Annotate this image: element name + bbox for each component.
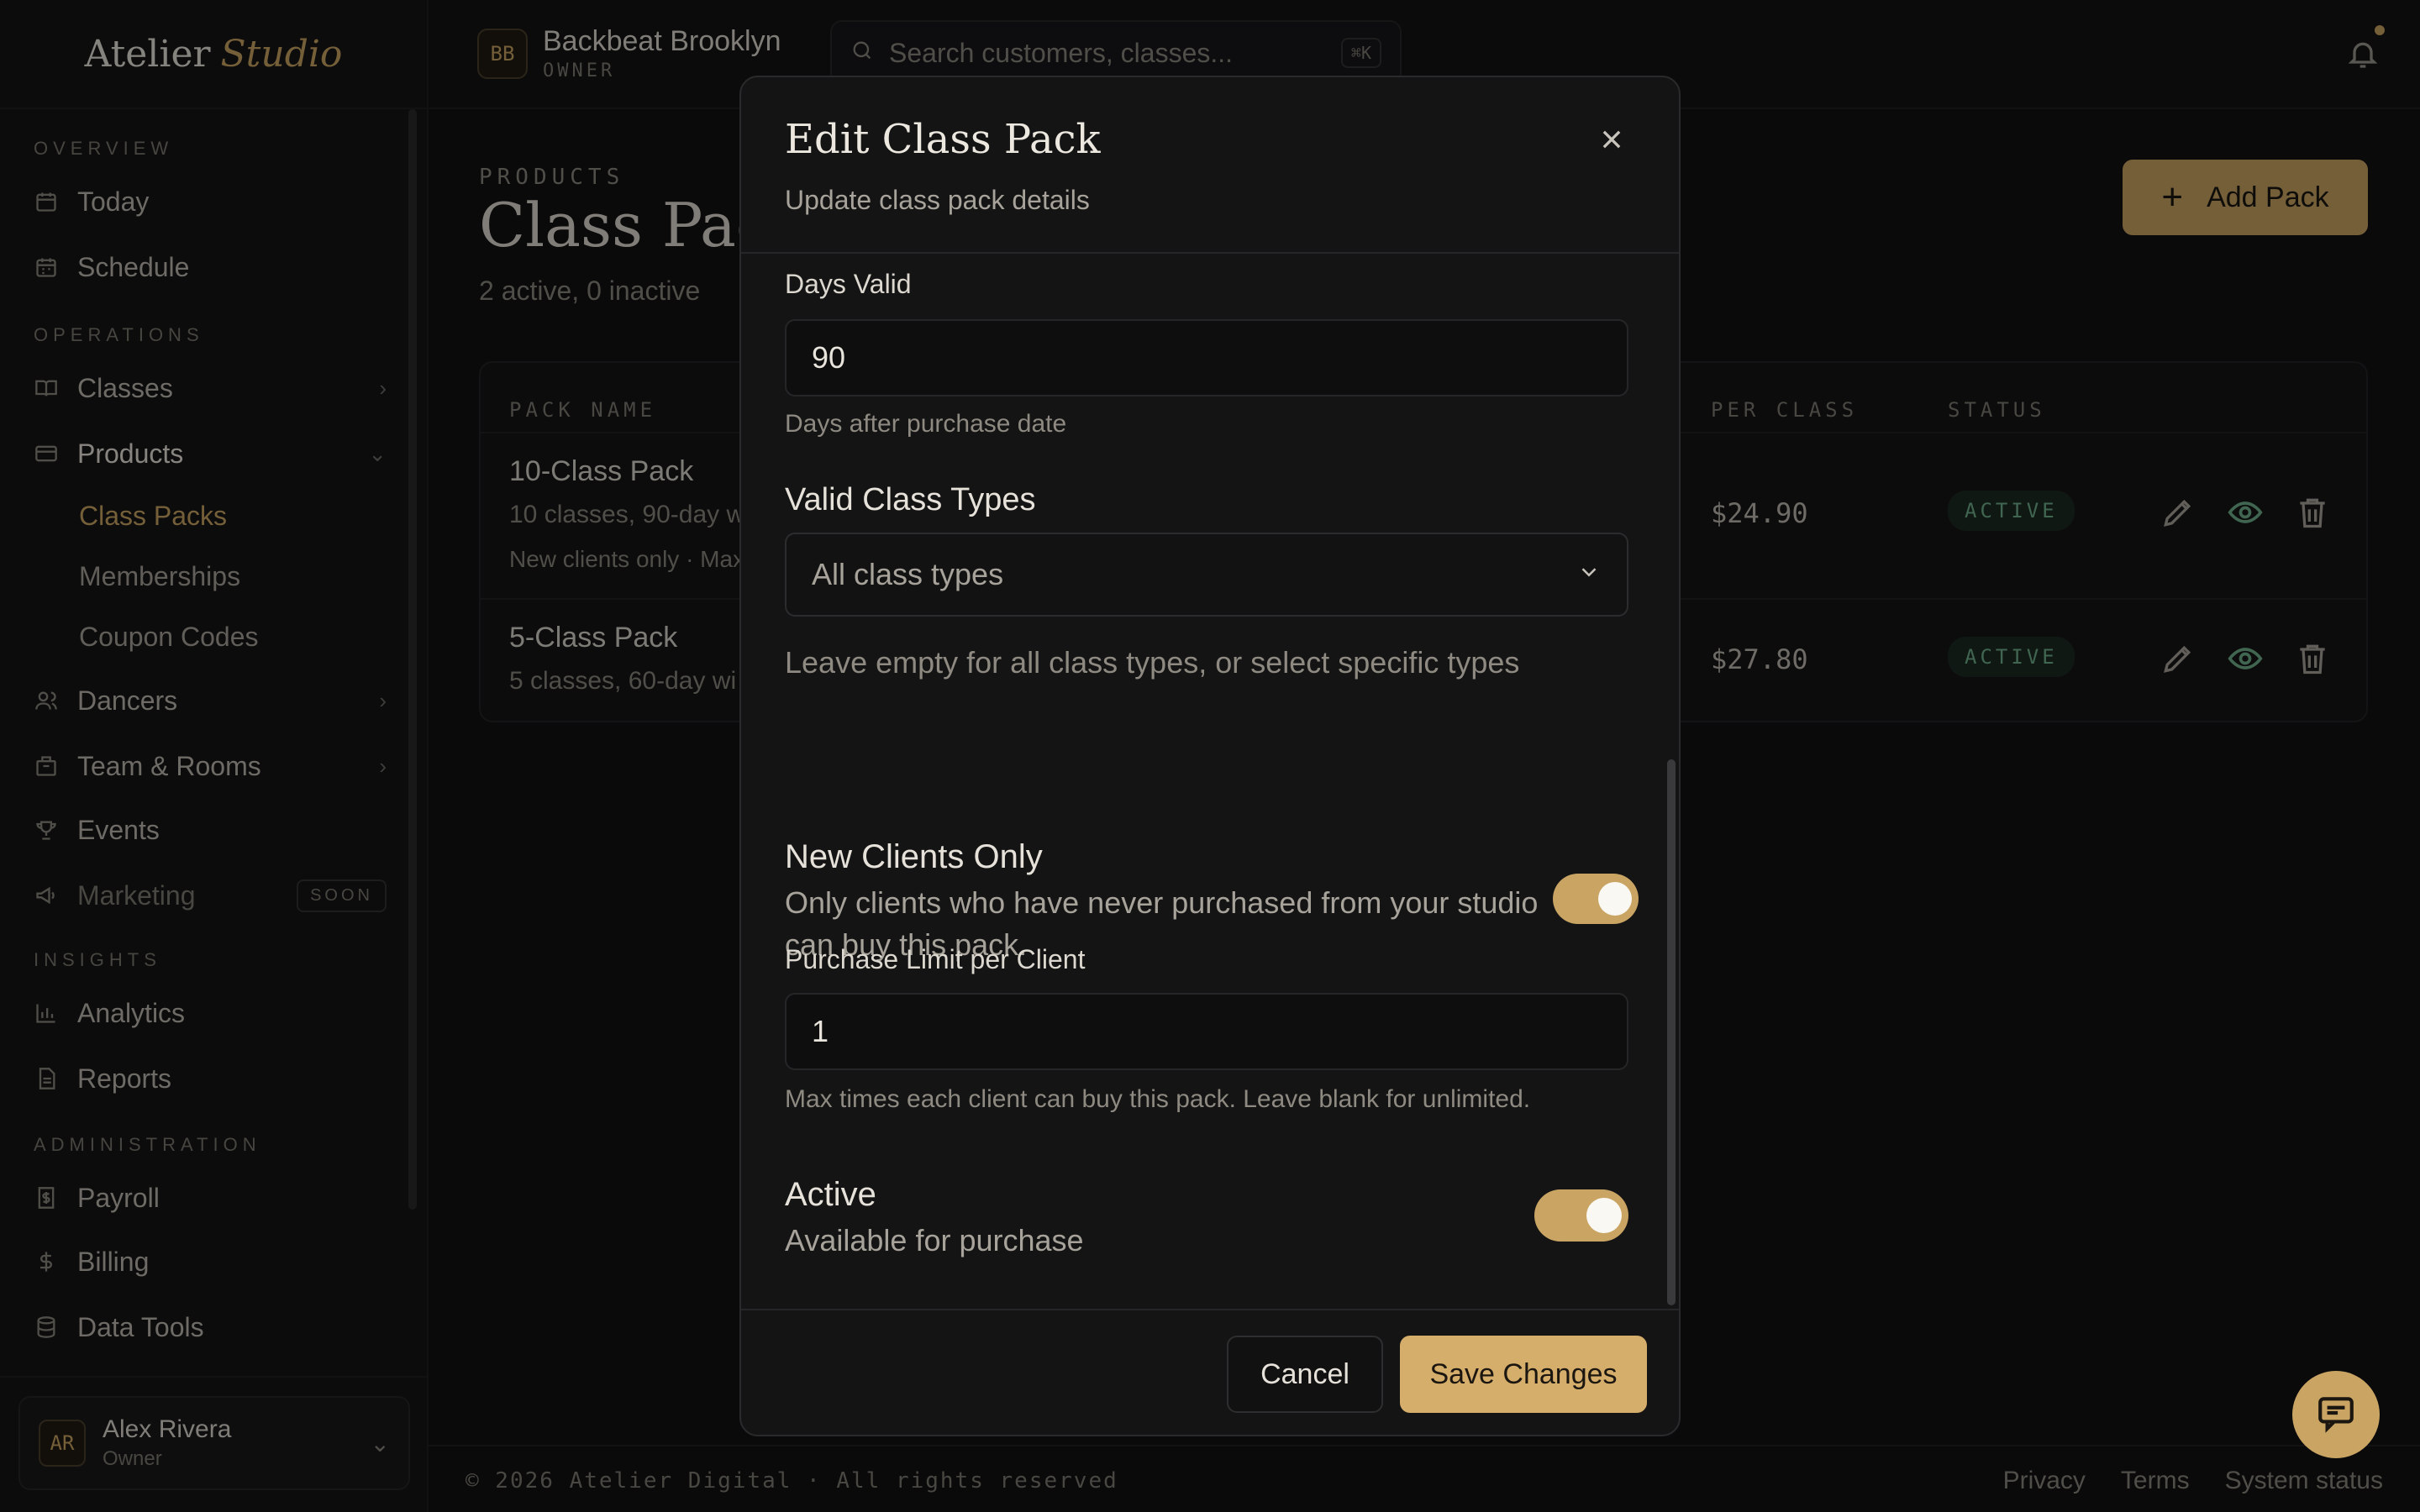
dialog-body: Days Valid 90 Days after purchase date V… bbox=[741, 255, 1679, 1309]
dialog-subtitle: Update class pack details bbox=[785, 185, 1090, 215]
class-types-value: All class types bbox=[812, 557, 1004, 591]
close-icon[interactable] bbox=[1593, 121, 1630, 158]
chat-button[interactable] bbox=[2292, 1371, 2380, 1458]
days-valid-label: Days Valid bbox=[785, 269, 912, 299]
chat-icon bbox=[2315, 1392, 2357, 1438]
new-clients-toggle[interactable] bbox=[1553, 874, 1639, 924]
dialog-title: Edit Class Pack bbox=[785, 116, 1101, 163]
days-valid-input[interactable]: 90 bbox=[785, 319, 1628, 396]
class-types-hint: Leave empty for all class types, or sele… bbox=[785, 645, 1520, 680]
dialog-scrollbar[interactable] bbox=[1667, 759, 1676, 1305]
dialog-footer: Cancel Save Changes bbox=[741, 1309, 1679, 1435]
edit-class-pack-dialog: Edit Class Pack Update class pack detail… bbox=[739, 76, 1681, 1436]
toggle-knob bbox=[1586, 1198, 1622, 1233]
class-types-select[interactable]: All class types bbox=[785, 533, 1628, 617]
chevron-down-icon bbox=[1576, 557, 1602, 592]
days-valid-hint: Days after purchase date bbox=[785, 410, 1067, 438]
active-toggle[interactable] bbox=[1534, 1189, 1628, 1242]
purchase-limit-input[interactable]: 1 bbox=[785, 993, 1628, 1070]
class-types-label: Valid Class Types bbox=[785, 482, 1036, 517]
purchase-limit-label: Purchase Limit per Client bbox=[785, 944, 1086, 974]
cancel-button[interactable]: Cancel bbox=[1227, 1336, 1383, 1413]
dialog-header: Edit Class Pack Update class pack detail… bbox=[741, 77, 1679, 254]
purchase-limit-hint: Max times each client can buy this pack.… bbox=[785, 1085, 1531, 1113]
toggle-knob bbox=[1598, 882, 1632, 916]
active-hint: Available for purchase bbox=[785, 1223, 1084, 1257]
save-changes-button[interactable]: Save Changes bbox=[1400, 1336, 1647, 1413]
active-label: Active bbox=[785, 1176, 876, 1213]
new-clients-label: New Clients Only bbox=[785, 838, 1043, 875]
